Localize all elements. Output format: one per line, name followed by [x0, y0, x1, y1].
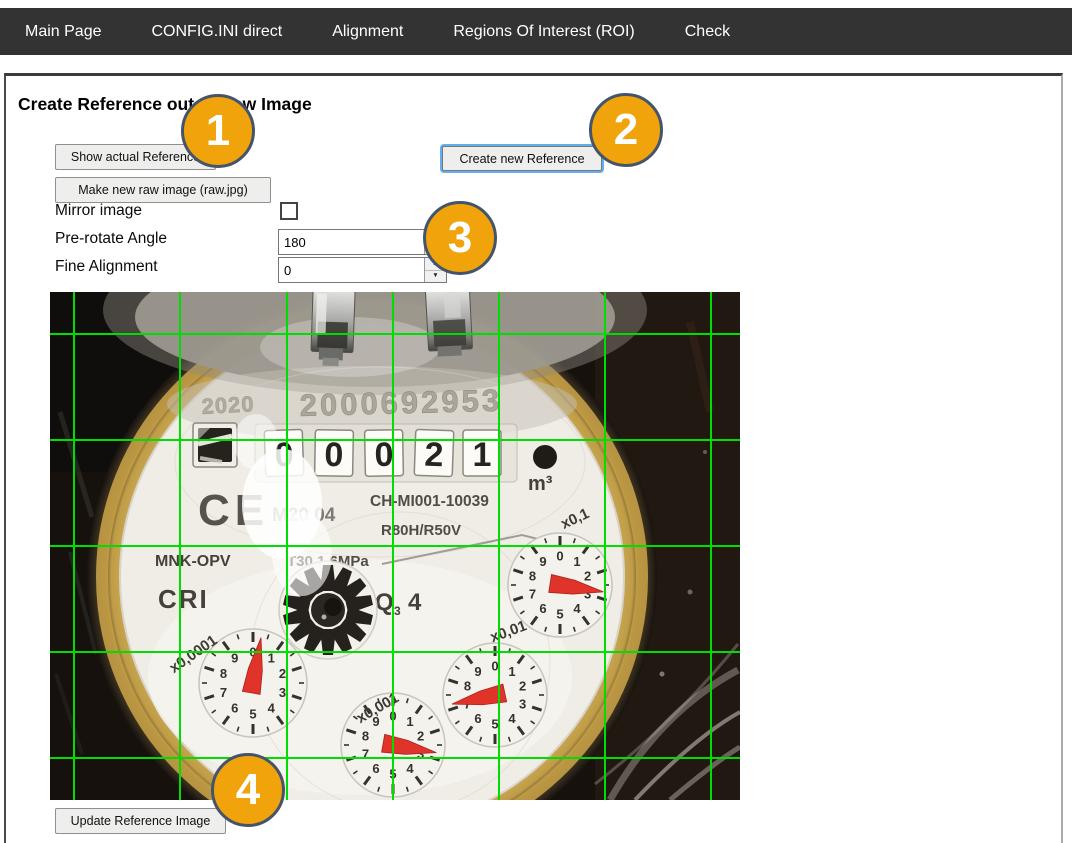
annotation-callout-1: 1: [181, 94, 255, 168]
svg-text:7: 7: [362, 746, 369, 761]
prerotate-angle-label: Pre-rotate Angle: [55, 230, 167, 248]
svg-text:2: 2: [584, 569, 591, 584]
svg-text:4: 4: [508, 711, 516, 726]
svg-text:3: 3: [394, 604, 401, 618]
serial-number: 2000692953: [299, 383, 502, 423]
nav-item-alignment[interactable]: Alignment: [332, 23, 403, 41]
update-reference-image-button[interactable]: Update Reference Image: [55, 808, 226, 834]
meter-photo: 2020 2000692953 00021 m³ CE M20 04 CH-MI…: [50, 292, 740, 800]
svg-text:0: 0: [324, 436, 344, 474]
svg-text:4: 4: [268, 701, 276, 716]
model-label: CRI: [158, 584, 209, 614]
spin-down-icon[interactable]: ▼: [425, 271, 446, 283]
svg-text:2: 2: [279, 666, 286, 681]
svg-text:2: 2: [519, 679, 526, 694]
svg-text:9: 9: [474, 664, 481, 679]
svg-text:4: 4: [408, 589, 422, 616]
svg-text:6: 6: [539, 601, 546, 616]
unit-label: m³: [528, 473, 553, 495]
svg-text:1: 1: [508, 664, 515, 679]
counter-digit: 1: [463, 430, 501, 476]
svg-text:3: 3: [279, 685, 286, 700]
svg-text:9: 9: [539, 554, 546, 569]
nav-item-config-ini[interactable]: CONFIG.INI direct: [152, 23, 283, 41]
svg-text:8: 8: [362, 729, 369, 744]
svg-text:4: 4: [573, 601, 581, 616]
mounting-clip-right: [425, 292, 473, 357]
svg-text:1: 1: [473, 436, 492, 474]
nav-item-check[interactable]: Check: [685, 23, 730, 41]
fine-alignment-label: Fine Alignment: [55, 258, 158, 276]
svg-text:4: 4: [406, 761, 414, 776]
fine-alignment-field: ▲ ▼: [278, 257, 447, 283]
nav-item-main-page[interactable]: Main Page: [25, 23, 102, 41]
svg-text:0: 0: [556, 549, 563, 564]
meter-dial: 0123456789: [443, 643, 547, 747]
svg-text:2: 2: [417, 729, 424, 744]
svg-text:8: 8: [220, 666, 227, 681]
create-new-reference-button[interactable]: Create new Reference: [442, 146, 602, 171]
mirror-image-label: Mirror image: [55, 202, 142, 220]
top-navbar: Main Page CONFIG.INI direct Alignment Re…: [0, 8, 1072, 55]
svg-text:6: 6: [231, 701, 238, 716]
counter-digit: 2: [414, 429, 454, 476]
prerotate-angle-field: ▲ ▼: [278, 229, 447, 255]
maker-logo: [193, 423, 237, 467]
fine-alignment-input[interactable]: [279, 258, 424, 282]
make-new-raw-image-button[interactable]: Make new raw image (raw.jpg): [55, 177, 271, 203]
svg-text:0: 0: [491, 659, 498, 674]
mirror-image-checkbox[interactable]: [280, 202, 298, 220]
svg-text:7: 7: [529, 586, 536, 601]
svg-text:6: 6: [372, 761, 379, 776]
reference-image: 2020 2000692953 00021 m³ CE M20 04 CH-MI…: [50, 292, 740, 800]
svg-text:8: 8: [464, 679, 471, 694]
counter-digit: 0: [365, 430, 404, 477]
svg-text:1: 1: [406, 714, 413, 729]
svg-text:0: 0: [374, 436, 394, 474]
svg-text:2: 2: [424, 436, 444, 475]
meter-id-label: CH-MI001-10039: [370, 493, 489, 510]
svg-text:1: 1: [573, 554, 580, 569]
svg-text:Q: Q: [375, 589, 394, 616]
serial-prefix: 2020: [201, 391, 255, 419]
svg-text:6: 6: [474, 711, 481, 726]
annotation-callout-2: 2: [589, 93, 663, 167]
svg-text:8: 8: [529, 569, 536, 584]
svg-text:3: 3: [519, 696, 526, 711]
svg-text:5: 5: [249, 707, 256, 722]
brand-label: MNK-OPV: [155, 553, 231, 570]
svg-text:7: 7: [220, 685, 227, 700]
counter-dot: [533, 445, 557, 469]
page-title: Create Reference out of Raw Image: [18, 94, 312, 115]
annotation-callout-3: 3: [423, 201, 497, 275]
annotation-callout-4: 4: [211, 753, 285, 827]
svg-text:5: 5: [556, 607, 563, 622]
svg-text:5: 5: [491, 717, 498, 732]
counter-digit: 0: [315, 430, 354, 477]
prerotate-angle-input[interactable]: [279, 230, 424, 254]
nav-item-roi[interactable]: Regions Of Interest (ROI): [453, 23, 634, 41]
